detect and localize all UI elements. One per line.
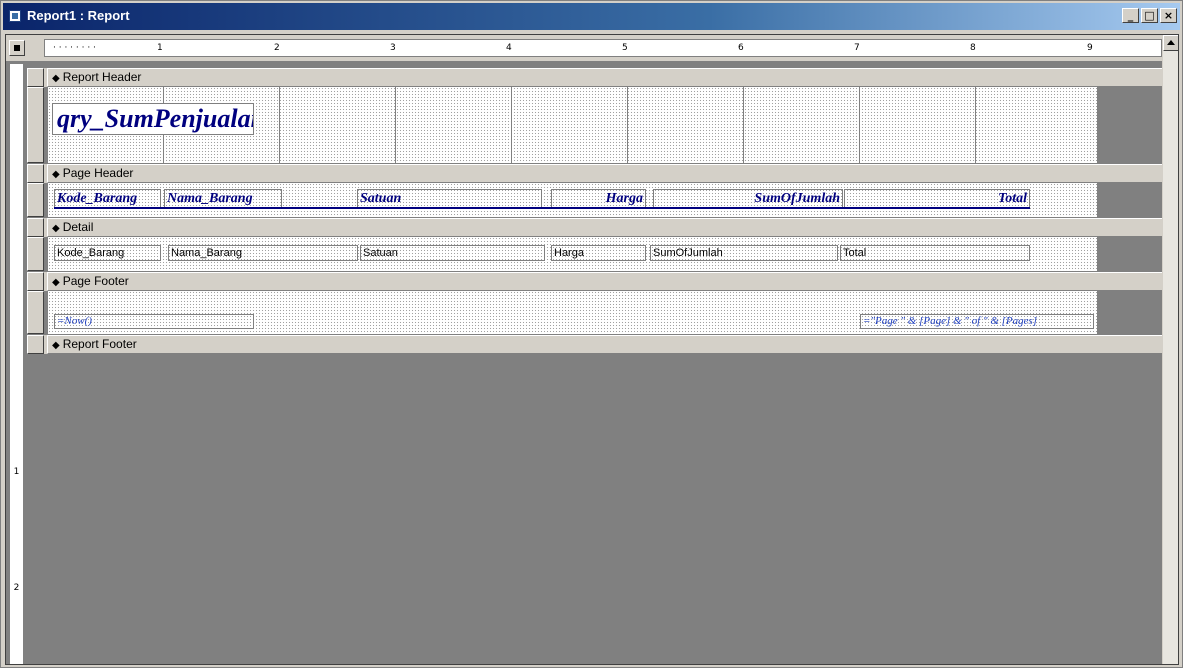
section-selector[interactable] [27, 68, 44, 87]
report-header-grid[interactable]: qry_SumPenjualanpr [48, 87, 1097, 163]
footer-date-field[interactable]: =Now() [54, 314, 254, 329]
section-bar[interactable]: ◆ Report Header [47, 68, 1164, 87]
section-label: Page Header [62, 166, 134, 180]
grid-line [627, 87, 628, 163]
scroll-up-button[interactable] [1163, 35, 1178, 51]
field-satuan[interactable]: Satuan [360, 245, 545, 261]
ruler-mark-8: 8 [970, 43, 976, 53]
page-footer-band[interactable]: ◆ Page Footer [27, 272, 1164, 291]
section-label: Report Footer [62, 337, 137, 351]
ruler-row: · · · · · · · · 1 2 3 4 5 6 7 8 9 [6, 35, 1164, 61]
header-underline [54, 207, 1030, 209]
section-bar[interactable]: ◆ Report Footer [47, 335, 1164, 354]
ruler-mark-1: 1 [157, 43, 163, 53]
field-total[interactable]: Total [840, 245, 1030, 261]
section-arrow-icon: ◆ [52, 73, 60, 84]
vertical-ruler[interactable]: 1 2 [9, 63, 24, 664]
grid-line [743, 87, 744, 163]
grid-line [511, 87, 512, 163]
detail-selector[interactable] [27, 237, 44, 271]
title-bar[interactable]: Report1 : Report _ □ × [3, 3, 1180, 30]
page-header-grid[interactable]: Kode_Barang Nama_Barang Satuan Harga Sum… [48, 183, 1097, 217]
grid-line [975, 87, 976, 163]
ruler-mark-2: 2 [274, 43, 280, 53]
field-nama-barang[interactable]: Nama_Barang [168, 245, 358, 261]
field-kode-barang[interactable]: Kode_Barang [54, 245, 161, 261]
section-arrow-icon: ◆ [52, 169, 60, 180]
section-selector[interactable] [27, 272, 44, 291]
section-bar[interactable]: ◆ Page Header [47, 164, 1164, 183]
page-footer-selector[interactable] [27, 291, 44, 334]
section-arrow-icon: ◆ [52, 223, 60, 234]
ruler-mark-6: 6 [738, 43, 744, 53]
ruler-mark-4: 4 [506, 43, 512, 53]
minimize-button[interactable]: _ [1122, 8, 1139, 23]
vruler-mark-1: 1 [13, 467, 20, 477]
report-icon[interactable] [9, 10, 21, 22]
label-total[interactable]: Total [844, 189, 1030, 209]
section-label: Page Footer [62, 274, 129, 288]
footer-page-field[interactable]: ="Page " & [Page] & " of " & [Pages] [860, 314, 1094, 329]
ruler-mark-7: 7 [854, 43, 860, 53]
maximize-button[interactable]: □ [1141, 8, 1158, 23]
detail-band[interactable]: ◆ Detail [27, 218, 1164, 237]
grid-line [859, 87, 860, 163]
report-footer-band[interactable]: ◆ Report Footer [27, 335, 1164, 354]
label-harga[interactable]: Harga [551, 189, 646, 209]
grid-line [395, 87, 396, 163]
ruler-dots: · · · · · · · · [53, 43, 96, 53]
report-header-band[interactable]: ◆ Report Header [27, 68, 1164, 87]
field-harga[interactable]: Harga [551, 245, 646, 261]
section-bar[interactable]: ◆ Page Footer [47, 272, 1164, 291]
report-design-area: · · · · · · · · 1 2 3 4 5 6 7 8 9 1 2 ◆ R… [5, 34, 1179, 665]
close-button[interactable]: × [1160, 8, 1177, 23]
section-selector[interactable] [27, 218, 44, 237]
report-title-label[interactable]: qry_SumPenjualanpr [52, 103, 254, 135]
page-footer-grid[interactable]: =Now() ="Page " & [Page] & " of " & [Pag… [48, 291, 1097, 334]
ruler-mark-9: 9 [1087, 43, 1093, 53]
vruler-mark-2: 2 [13, 583, 20, 593]
section-arrow-icon: ◆ [52, 340, 60, 351]
horizontal-ruler[interactable]: · · · · · · · · 1 2 3 4 5 6 7 8 9 [44, 39, 1162, 57]
ruler-mark-5: 5 [622, 43, 628, 53]
report-header-selector[interactable] [27, 87, 44, 163]
field-sumofjumlah[interactable]: SumOfJumlah [650, 245, 838, 261]
section-bar[interactable]: ◆ Detail [47, 218, 1164, 237]
section-label: Report Header [62, 70, 142, 84]
page-header-band[interactable]: ◆ Page Header [27, 164, 1164, 183]
detail-grid[interactable]: Kode_Barang Nama_Barang Satuan Harga Sum… [48, 237, 1097, 271]
report-design-window: Report1 : Report _ □ × · · · · · · · · 1… [0, 0, 1183, 668]
label-sumofjumlah[interactable]: SumOfJumlah [653, 189, 843, 209]
page-header-selector[interactable] [27, 183, 44, 217]
vertical-scrollbar[interactable] [1162, 35, 1178, 664]
section-selector[interactable] [27, 164, 44, 183]
label-satuan[interactable]: Satuan [357, 189, 542, 209]
section-arrow-icon: ◆ [52, 277, 60, 288]
label-kode-barang[interactable]: Kode_Barang [54, 189, 161, 209]
section-label: Detail [62, 220, 94, 234]
window-controls: _ □ × [1122, 8, 1177, 23]
report-selector[interactable] [9, 40, 25, 56]
grid-line [279, 87, 280, 163]
window-title: Report1 : Report [27, 8, 130, 23]
section-selector[interactable] [27, 335, 44, 354]
ruler-mark-3: 3 [390, 43, 396, 53]
label-nama-barang[interactable]: Nama_Barang [164, 189, 282, 209]
